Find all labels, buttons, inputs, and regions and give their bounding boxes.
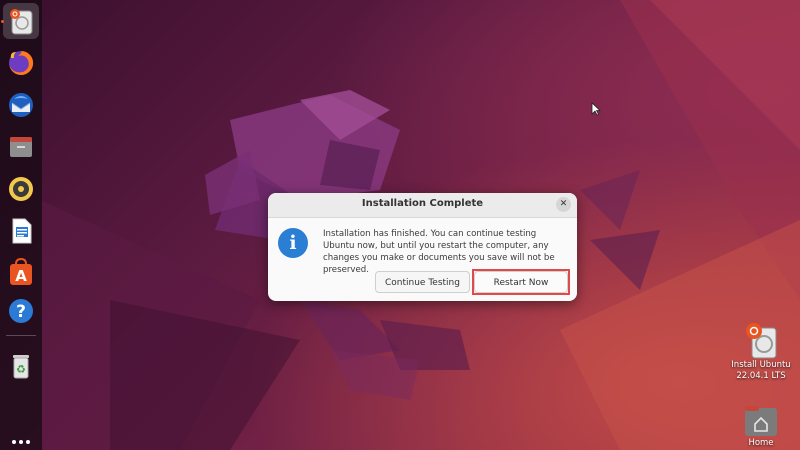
install-ubuntu-label: Install Ubuntu xyxy=(731,360,791,370)
close-button[interactable]: ✕ xyxy=(556,197,571,212)
dock-files[interactable] xyxy=(3,129,39,165)
running-indicator xyxy=(1,20,4,23)
home-label: Home xyxy=(748,438,774,448)
dock-rhythmbox[interactable] xyxy=(3,171,39,207)
rhythmbox-icon xyxy=(9,177,33,201)
ubuntu-software-icon: A xyxy=(10,258,32,285)
continue-testing-button[interactable]: Continue Testing xyxy=(375,271,470,293)
dialog-title: Installation Complete xyxy=(361,198,484,209)
dock-trash[interactable]: ♻ xyxy=(3,348,39,384)
svg-text:♻: ♻ xyxy=(16,363,26,376)
firefox-icon xyxy=(9,50,34,75)
install-ubuntu-icon xyxy=(10,9,33,35)
libreoffice-writer-icon xyxy=(12,218,32,244)
dock-software[interactable]: A xyxy=(3,255,39,291)
desktop-install-ubuntu[interactable]: Install Ubuntu 22.04.1 LTS xyxy=(725,320,797,382)
dock: A ? ♻ xyxy=(0,0,42,450)
installation-complete-dialog: Installation Complete ✕ i Installation h… xyxy=(268,193,577,301)
install-ubuntu-version: 22.04.1 LTS xyxy=(736,371,786,381)
dialog-header: Installation Complete ✕ xyxy=(268,193,577,218)
dock-firefox[interactable] xyxy=(3,45,39,81)
restart-now-button[interactable]: Restart Now xyxy=(474,271,568,293)
install-ubuntu-icon xyxy=(746,323,777,359)
dialog-message: Installation has finished. You can conti… xyxy=(323,229,555,275)
info-icon: i xyxy=(278,228,308,258)
dock-writer[interactable] xyxy=(3,213,39,249)
desktop-home[interactable]: Home xyxy=(735,402,787,450)
mouse-pointer-icon xyxy=(591,102,601,116)
dock-help[interactable]: ? xyxy=(3,293,39,329)
dock-separator xyxy=(6,335,36,336)
home-folder-icon xyxy=(745,406,777,436)
dock-install-ubuntu[interactable] xyxy=(3,3,39,39)
svg-text:A: A xyxy=(15,267,27,285)
thunderbird-icon xyxy=(9,93,33,117)
svg-text:?: ? xyxy=(16,302,26,322)
dock-thunderbird[interactable] xyxy=(3,87,39,123)
trash-icon: ♻ xyxy=(13,355,29,379)
files-icon xyxy=(10,137,32,157)
show-apps-button[interactable] xyxy=(12,440,30,450)
help-icon: ? xyxy=(9,299,33,323)
